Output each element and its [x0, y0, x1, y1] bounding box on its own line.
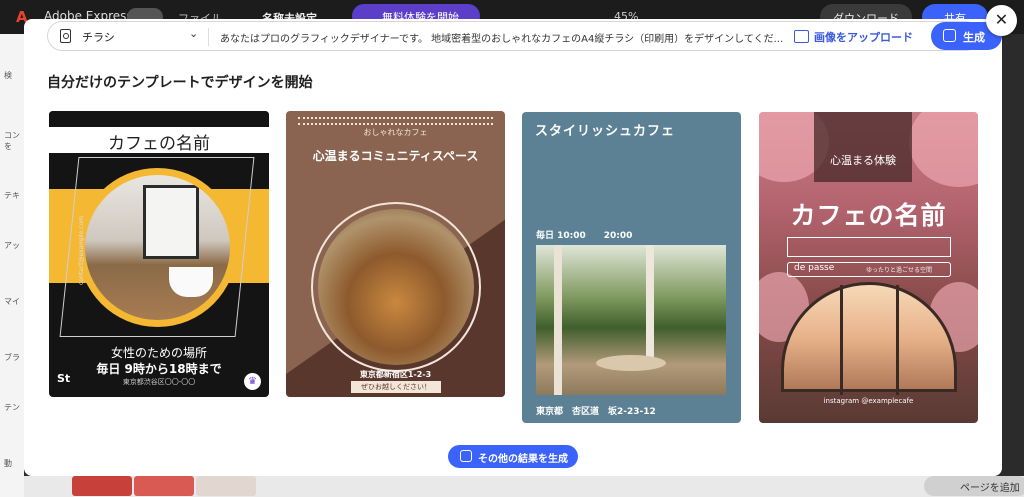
title-box	[814, 112, 912, 182]
sparkle-icon	[460, 450, 472, 462]
card-hours: 毎日 9時から18時まで	[96, 362, 222, 376]
window-bar	[896, 285, 899, 395]
upload-image-button[interactable]: 画像をアップロード	[814, 29, 913, 45]
add-page-button[interactable]: ページを追加	[924, 476, 1024, 496]
card-title: カフェの名前	[49, 127, 269, 154]
card-tagline: 女性のための場所	[110, 346, 207, 360]
card-tag-label: de passe	[794, 263, 835, 273]
photo-pillar	[554, 245, 562, 395]
stock-badge: St	[57, 372, 71, 385]
card-address: 東京都渋谷区〇〇-〇〇	[122, 378, 196, 386]
card-subtitle: 心温まる体験	[830, 154, 896, 167]
rail-item[interactable]: 検	[4, 70, 12, 81]
page-thumbnail[interactable]	[196, 476, 256, 496]
cafe-photo	[85, 175, 230, 320]
photo-window	[143, 185, 199, 259]
prompt-input[interactable]: あなたはプロのグラフィックデザイナーです。 地域密着型のおしゃれなカフェのA4縦…	[220, 30, 788, 45]
flyer-icon	[60, 29, 71, 43]
page-thumbnail[interactable]	[72, 476, 132, 496]
rail-item[interactable]: アッ	[4, 240, 20, 251]
left-rail: 検 コンを テキ アッ マイ ブラ テン 動	[0, 34, 24, 497]
generate-more-button[interactable]: その他の結果を生成	[448, 445, 578, 468]
photo-pillar	[646, 245, 654, 365]
page-thumbnail[interactable]	[134, 476, 194, 496]
card-subtitle: おしゃれなカフェ	[363, 128, 428, 137]
rail-item[interactable]: テキ	[4, 190, 20, 201]
format-select[interactable]: チラシ	[82, 29, 115, 45]
generate-label: 生成	[963, 31, 985, 44]
divider	[208, 28, 209, 46]
rail-item[interactable]: マイ	[4, 296, 20, 307]
window-bar	[840, 285, 843, 395]
blossom-decor	[909, 112, 978, 187]
generate-more-label: その他の結果を生成	[478, 454, 568, 465]
card-title: スタイリッシュカフェ	[535, 124, 676, 139]
card-address: 東京都新宿区1-2-3	[359, 370, 432, 379]
template-card-4[interactable]: 心温まる体験 カフェの名前 de passe ゆったりと過ごせる空間 insta…	[759, 112, 978, 423]
photo-cup	[169, 267, 213, 297]
image-upload-icon[interactable]	[794, 30, 809, 43]
template-card-3[interactable]: スタイリッシュカフェ 毎日 10:00 20:00 東京都 杏区道 坂2-23-…	[522, 112, 741, 423]
card-social: instagram @examplecafe	[823, 397, 914, 405]
card-address: 東京都 杏区道 坂2-23-12	[536, 407, 656, 417]
dotted-border	[298, 117, 493, 125]
rail-item[interactable]: コンを	[4, 130, 24, 152]
text-frame	[787, 237, 951, 257]
template-generator-dialog: チラシ ⌄ あなたはプロのグラフィックデザイナーです。 地域密着型のおしゃれなカ…	[24, 19, 1002, 476]
close-button[interactable]: ✕	[986, 5, 1017, 36]
rail-item[interactable]: 動	[4, 458, 12, 469]
cafe-photo	[318, 209, 474, 365]
card-tag: de passe ゆったりと過ごせる空間	[787, 262, 951, 277]
cafe-photo	[536, 245, 726, 395]
card-title: 心温まるコミュニティスペース	[312, 149, 479, 163]
template-card-1[interactable]: カフェの名前 contact@example.com 女性のための場所 毎日 9…	[49, 111, 269, 397]
card-contact: contact@example.com	[78, 216, 85, 285]
photo-table	[596, 355, 666, 371]
card-hours: 毎日 10:00 20:00	[536, 231, 633, 241]
sparkle-icon	[943, 29, 956, 42]
rail-item[interactable]: ブラ	[4, 352, 20, 363]
card-title: カフェの名前	[790, 201, 947, 230]
card-cta: ぜひお越しください！	[351, 381, 441, 393]
card-tag-tail: ゆったりと過ごせる空間	[866, 267, 933, 274]
template-card-2[interactable]: おしゃれなカフェ 心温まるコミュニティスペース 東京都新宿区1-2-3 ぜひお越…	[286, 111, 505, 397]
rail-item[interactable]: テン	[4, 402, 20, 413]
prompt-bar: チラシ ⌄ あなたはプロのグラフィックデザイナーです。 地域密着型のおしゃれなカ…	[47, 21, 1002, 51]
page-strip: ページを追加	[24, 476, 1024, 497]
chevron-down-icon[interactable]: ⌄	[189, 27, 198, 40]
premium-crown-icon: ♛	[244, 373, 261, 390]
close-icon: ✕	[994, 10, 1009, 29]
card-band	[49, 111, 269, 127]
dialog-heading: 自分だけのテンプレートでデザインを開始	[47, 75, 313, 91]
